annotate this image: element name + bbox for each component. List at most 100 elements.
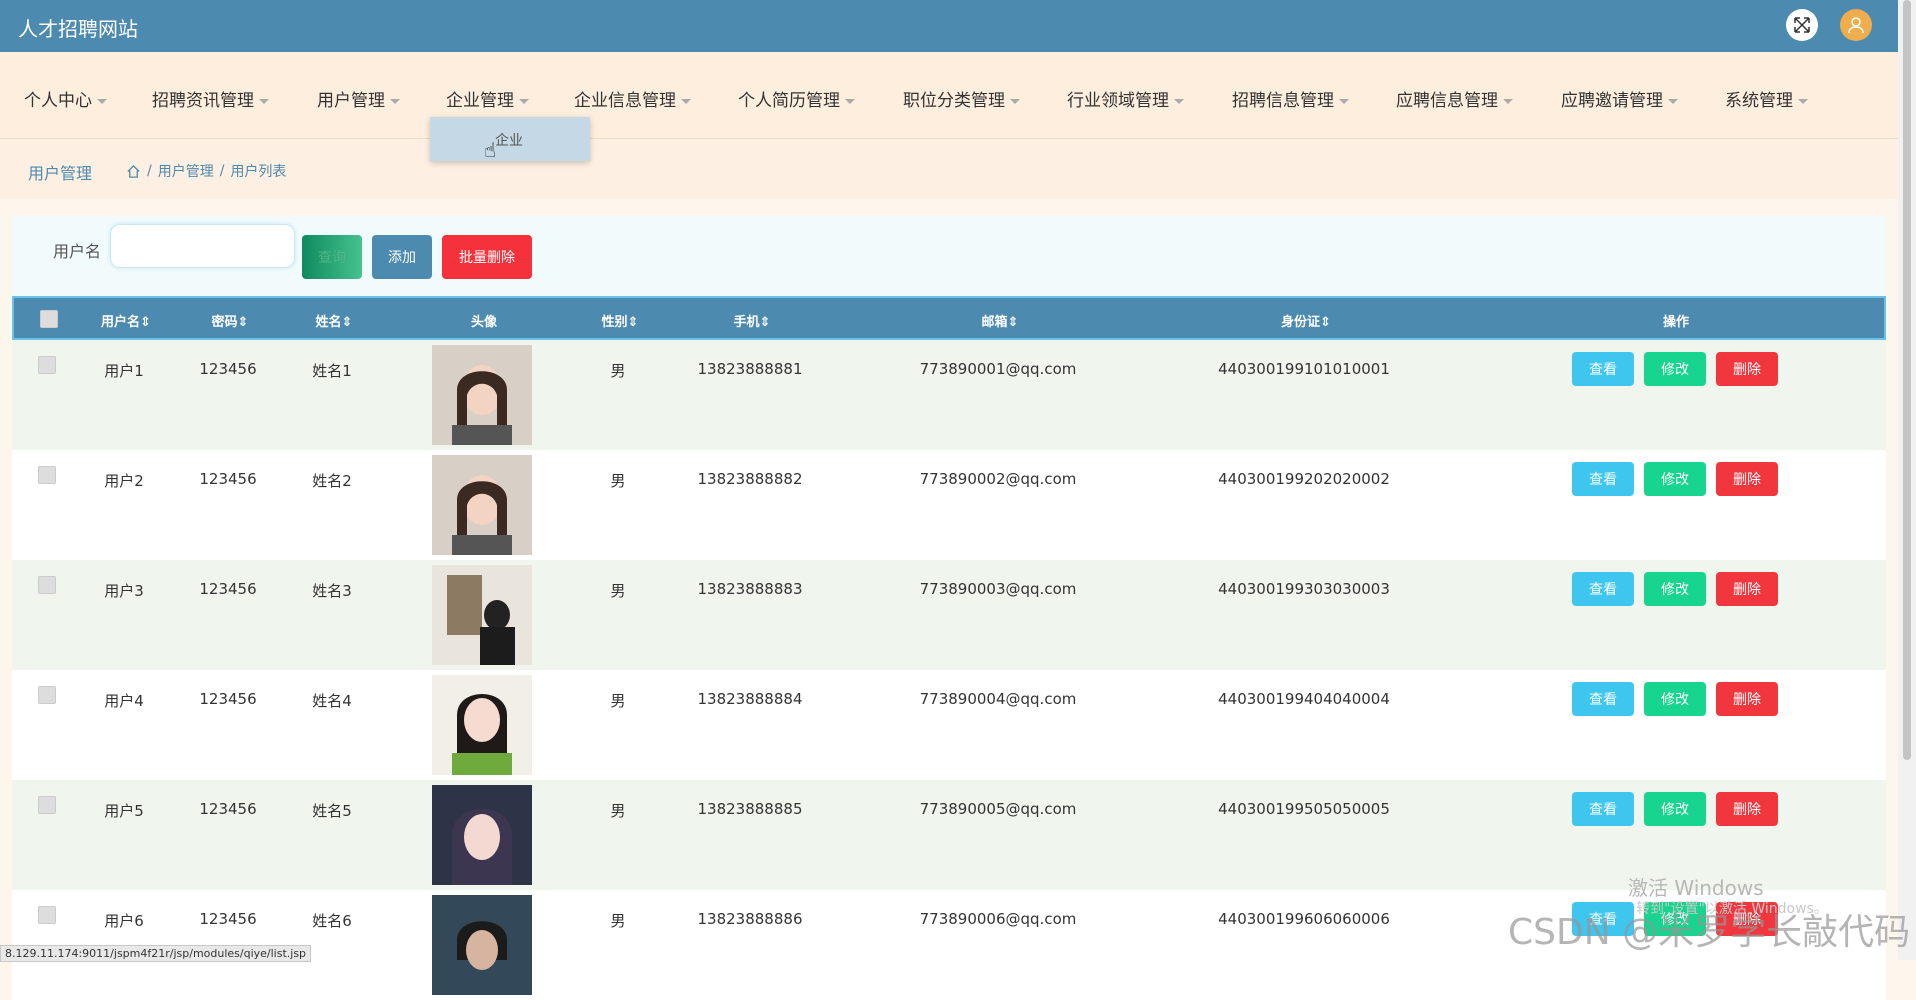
header-gender[interactable]: 性别⇕: [602, 311, 639, 330]
caret-down-icon: [519, 98, 529, 104]
caret-down-icon: [1503, 98, 1513, 104]
row-checkbox[interactable]: [38, 466, 56, 484]
row-checkbox[interactable]: [38, 796, 56, 814]
delete-button[interactable]: 删除: [1716, 792, 1778, 826]
cell-idcard: 440300199606060006: [1218, 910, 1390, 928]
scrollbar-thumb[interactable]: [1903, 0, 1911, 760]
caret-down-icon: [1668, 98, 1678, 104]
cell-email: 773890002@qq.com: [919, 470, 1077, 488]
cell-idcard: 440300199303030003: [1218, 580, 1390, 598]
edit-button[interactable]: 修改: [1644, 572, 1706, 606]
menu-system[interactable]: 系统管理: [1725, 86, 1808, 111]
cell-name: 姓名2: [312, 472, 352, 490]
cell-gender: 男: [610, 802, 626, 820]
menu-user-management[interactable]: 用户管理: [317, 86, 400, 111]
cell-email: 773890004@qq.com: [919, 690, 1077, 708]
delete-button[interactable]: 删除: [1716, 682, 1778, 716]
header-password[interactable]: 密码⇕: [212, 311, 249, 330]
menu-company-info[interactable]: 企业信息管理: [574, 86, 691, 111]
row-checkbox[interactable]: [38, 576, 56, 594]
sort-icon: ⇕: [627, 315, 639, 330]
cell-password: 123456: [199, 470, 257, 488]
cell-username: 用户3: [104, 582, 144, 600]
avatar-photo: [432, 675, 532, 775]
edit-button[interactable]: 修改: [1644, 682, 1706, 716]
header-phone[interactable]: 手机⇕: [734, 311, 771, 330]
cell-name: 姓名6: [312, 912, 352, 930]
caret-down-icon: [1174, 98, 1184, 104]
delete-button[interactable]: 删除: [1716, 462, 1778, 496]
cell-gender: 男: [610, 692, 626, 710]
caret-down-icon: [845, 98, 855, 104]
delete-button[interactable]: 删除: [1716, 352, 1778, 386]
cell-phone: 13823888886: [697, 910, 803, 928]
add-button[interactable]: 添加: [372, 235, 432, 279]
dropdown-item-company[interactable]: 企业: [495, 130, 523, 150]
menu-invitation[interactable]: 应聘邀请管理: [1561, 86, 1678, 111]
username-search-input[interactable]: [110, 224, 295, 268]
menu-recruit-info[interactable]: 招聘信息管理: [1232, 86, 1349, 111]
header-avatar: 头像: [470, 315, 498, 330]
header-username[interactable]: 用户名⇕: [101, 311, 151, 330]
view-button[interactable]: 查看: [1572, 792, 1634, 826]
breadcrumb-item[interactable]: 用户管理: [158, 161, 214, 181]
menu-personal-center[interactable]: 个人中心: [24, 86, 107, 111]
cell-username: 用户2: [104, 472, 144, 490]
page-scrollbar[interactable]: [1898, 0, 1916, 960]
table-row: 用户3 123456 姓名3 男 13823888883 773890003@q…: [12, 560, 1886, 670]
cell-name: 姓名4: [312, 692, 352, 710]
avatar-photo: [432, 345, 532, 445]
edit-button[interactable]: 修改: [1644, 792, 1706, 826]
cell-idcard: 440300199101010001: [1218, 360, 1390, 378]
table-header: 用户名⇕ 密码⇕ 姓名⇕ 头像 性别⇕ 手机⇕ 邮箱⇕ 身份证⇕ 操作: [12, 296, 1886, 340]
header-name[interactable]: 姓名⇕: [316, 311, 353, 330]
menu-company-management[interactable]: 企业管理: [446, 86, 529, 111]
view-button[interactable]: 查看: [1572, 462, 1634, 496]
cell-password: 123456: [199, 360, 257, 378]
menu-resume[interactable]: 个人简历管理: [738, 86, 855, 111]
caret-down-icon: [681, 98, 691, 104]
csdn-watermark: CSDN @米罗学长敲代码: [1508, 912, 1911, 953]
cell-gender: 男: [610, 472, 626, 490]
cell-phone: 13823888884: [697, 690, 803, 708]
row-checkbox[interactable]: [38, 356, 56, 374]
cell-idcard: 440300199505050005: [1218, 800, 1390, 818]
fullscreen-button[interactable]: [1786, 9, 1818, 41]
sort-icon: ⇕: [759, 315, 771, 330]
home-icon[interactable]: [126, 164, 141, 179]
breadcrumb-separator: /: [219, 163, 225, 179]
sort-icon: ⇕: [1007, 315, 1019, 330]
header-email[interactable]: 邮箱⇕: [982, 311, 1019, 330]
select-all-checkbox[interactable]: [40, 310, 58, 328]
view-button[interactable]: 查看: [1572, 352, 1634, 386]
view-button[interactable]: 查看: [1572, 572, 1634, 606]
edit-button[interactable]: 修改: [1644, 462, 1706, 496]
menu-recruit-news[interactable]: 招聘资讯管理: [152, 86, 269, 111]
fullscreen-icon: [1794, 17, 1810, 33]
cell-gender: 男: [610, 362, 626, 380]
cell-password: 123456: [199, 910, 257, 928]
table-row: 用户2 123456 姓名2 男 13823888882 773890002@q…: [12, 450, 1886, 560]
cell-gender: 男: [610, 912, 626, 930]
edit-button[interactable]: 修改: [1644, 352, 1706, 386]
table-row: 用户1 123456 姓名1 男 13823888881 773890001@q…: [12, 340, 1886, 450]
search-button[interactable]: 查询: [302, 235, 362, 279]
cell-email: 773890001@qq.com: [919, 360, 1077, 378]
menu-industry[interactable]: 行业领域管理: [1067, 86, 1184, 111]
delete-button[interactable]: 删除: [1716, 572, 1778, 606]
top-bar: 人才招聘网站: [0, 0, 1898, 52]
breadcrumb-item[interactable]: 用户列表: [230, 161, 286, 181]
row-checkbox[interactable]: [38, 906, 56, 924]
menu-application-info[interactable]: 应聘信息管理: [1396, 86, 1513, 111]
avatar-photo: [432, 565, 532, 665]
row-checkbox[interactable]: [38, 686, 56, 704]
user-avatar-button[interactable]: [1840, 9, 1872, 41]
header-idcard[interactable]: 身份证⇕: [1281, 311, 1331, 330]
table-row: 用户4 123456 姓名4 男 13823888884 773890004@q…: [12, 670, 1886, 780]
caret-down-icon: [1010, 98, 1020, 104]
batch-delete-button[interactable]: 批量删除: [442, 235, 532, 279]
menu-job-category[interactable]: 职位分类管理: [903, 86, 1020, 111]
cell-email: 773890005@qq.com: [919, 800, 1077, 818]
view-button[interactable]: 查看: [1572, 682, 1634, 716]
pointer-cursor-icon: ☝: [484, 138, 497, 162]
